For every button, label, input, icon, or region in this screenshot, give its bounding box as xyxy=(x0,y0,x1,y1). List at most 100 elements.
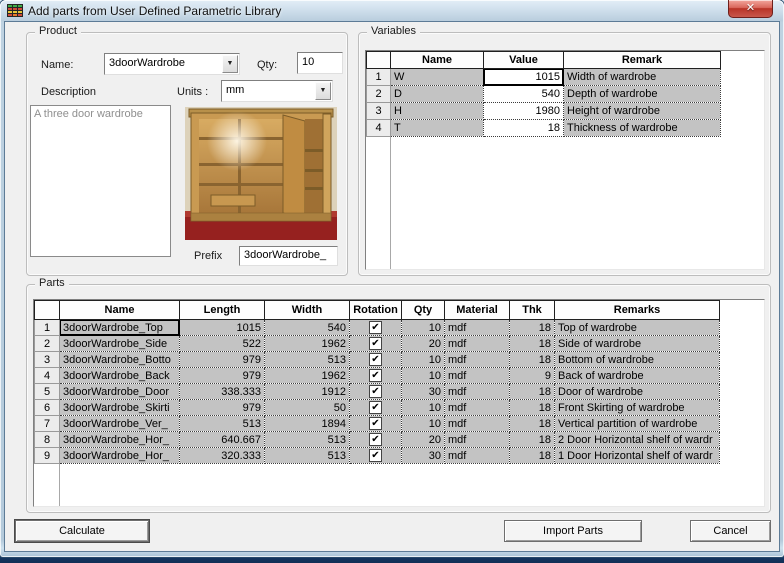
col-header-thk[interactable]: Thk xyxy=(509,300,555,320)
part-qty-cell[interactable]: 10 xyxy=(401,415,445,432)
part-thk-cell[interactable]: 18 xyxy=(509,447,555,464)
part-material-cell[interactable]: mdf xyxy=(444,399,510,416)
rotation-checkbox[interactable]: ✔ xyxy=(369,385,382,398)
part-rotation-cell[interactable]: ✔ xyxy=(349,351,402,368)
rotation-checkbox[interactable]: ✔ xyxy=(369,449,382,462)
part-width-cell[interactable]: 1894 xyxy=(264,415,350,432)
part-material-cell[interactable]: mdf xyxy=(444,383,510,400)
part-remarks-cell[interactable]: Door of wardrobe xyxy=(554,383,720,400)
part-remarks-cell[interactable]: Bottom of wardrobe xyxy=(554,351,720,368)
part-rotation-cell[interactable]: ✔ xyxy=(349,399,402,416)
prefix-input[interactable]: 3doorWardrobe_ xyxy=(239,246,338,266)
units-combobox[interactable]: mm ▼ xyxy=(221,80,333,102)
col-header-length[interactable]: Length xyxy=(179,300,265,320)
part-qty-cell[interactable]: 20 xyxy=(401,431,445,448)
part-remarks-cell[interactable]: Vertical partition of wardrobe xyxy=(554,415,720,432)
part-name-cell[interactable]: 3doorWardrobe_Skirti xyxy=(59,399,180,416)
part-material-cell[interactable]: mdf xyxy=(444,447,510,464)
variable-value-cell[interactable]: 1015 xyxy=(483,68,564,86)
variable-name-cell[interactable]: W xyxy=(390,68,484,86)
col-header-material[interactable]: Material xyxy=(444,300,510,320)
variable-remark-cell[interactable]: Width of wardrobe xyxy=(563,68,721,86)
description-textarea[interactable]: A three door wardrobe xyxy=(30,105,171,257)
part-qty-cell[interactable]: 30 xyxy=(401,447,445,464)
variable-remark-cell[interactable]: Height of wardrobe xyxy=(563,102,721,120)
part-length-cell[interactable]: 513 xyxy=(179,415,265,432)
parts-grid[interactable]: Name Length Width Rotation Qty Material … xyxy=(33,299,765,507)
part-thk-cell[interactable]: 18 xyxy=(509,399,555,416)
col-header-name[interactable]: Name xyxy=(59,300,180,320)
col-header-rotation[interactable]: Rotation xyxy=(349,300,402,320)
rotation-checkbox[interactable]: ✔ xyxy=(369,321,382,334)
close-button[interactable]: ✕ xyxy=(728,0,773,18)
part-width-cell[interactable]: 1962 xyxy=(264,367,350,384)
part-width-cell[interactable]: 513 xyxy=(264,351,350,368)
variable-remark-cell[interactable]: Depth of wardrobe xyxy=(563,85,721,103)
part-material-cell[interactable]: mdf xyxy=(444,319,510,336)
part-name-cell[interactable]: 3doorWardrobe_Door xyxy=(59,383,180,400)
part-qty-cell[interactable]: 20 xyxy=(401,335,445,352)
variables-grid[interactable]: Name Value Remark 1 W 1015 Width of wardrob… xyxy=(365,50,765,270)
part-width-cell[interactable]: 50 xyxy=(264,399,350,416)
part-remarks-cell[interactable]: Side of wardrobe xyxy=(554,335,720,352)
part-thk-cell[interactable]: 18 xyxy=(509,319,555,336)
part-name-cell[interactable]: 3doorWardrobe_Hor_ xyxy=(59,447,180,464)
col-header-qty[interactable]: Qty xyxy=(401,300,445,320)
part-rotation-cell[interactable]: ✔ xyxy=(349,367,402,384)
part-name-cell[interactable]: 3doorWardrobe_Botto xyxy=(59,351,180,368)
variable-name-cell[interactable]: H xyxy=(390,102,484,120)
part-length-cell[interactable]: 522 xyxy=(179,335,265,352)
part-qty-cell[interactable]: 10 xyxy=(401,367,445,384)
part-length-cell[interactable]: 979 xyxy=(179,367,265,384)
part-qty-cell[interactable]: 10 xyxy=(401,351,445,368)
part-thk-cell[interactable]: 18 xyxy=(509,351,555,368)
part-width-cell[interactable]: 540 xyxy=(264,319,350,336)
part-remarks-cell[interactable]: Front Skirting of wardrobe xyxy=(554,399,720,416)
part-qty-cell[interactable]: 10 xyxy=(401,399,445,416)
part-rotation-cell[interactable]: ✔ xyxy=(349,447,402,464)
part-material-cell[interactable]: mdf xyxy=(444,335,510,352)
col-header-value[interactable]: Value xyxy=(483,51,564,69)
part-name-cell[interactable]: 3doorWardrobe_Back xyxy=(59,367,180,384)
part-length-cell[interactable]: 979 xyxy=(179,399,265,416)
part-length-cell[interactable]: 640.667 xyxy=(179,431,265,448)
part-thk-cell[interactable]: 18 xyxy=(509,415,555,432)
part-remarks-cell[interactable]: Back of wardrobe xyxy=(554,367,720,384)
part-width-cell[interactable]: 1962 xyxy=(264,335,350,352)
part-rotation-cell[interactable]: ✔ xyxy=(349,335,402,352)
part-thk-cell[interactable]: 18 xyxy=(509,383,555,400)
variable-name-cell[interactable]: D xyxy=(390,85,484,103)
col-header-width[interactable]: Width xyxy=(264,300,350,320)
part-name-cell[interactable]: 3doorWardrobe_Hor_ xyxy=(59,431,180,448)
part-thk-cell[interactable]: 18 xyxy=(509,335,555,352)
title-bar[interactable]: Add parts from User Defined Parametric L… xyxy=(0,0,784,21)
col-header-remarks[interactable]: Remarks xyxy=(554,300,720,320)
part-name-cell[interactable]: 3doorWardrobe_Top xyxy=(59,319,180,336)
part-width-cell[interactable]: 513 xyxy=(264,447,350,464)
part-material-cell[interactable]: mdf xyxy=(444,415,510,432)
part-qty-cell[interactable]: 10 xyxy=(401,319,445,336)
part-length-cell[interactable]: 338.333 xyxy=(179,383,265,400)
part-remarks-cell[interactable]: Top of wardrobe xyxy=(554,319,720,336)
part-rotation-cell[interactable]: ✔ xyxy=(349,415,402,432)
part-length-cell[interactable]: 979 xyxy=(179,351,265,368)
cancel-button[interactable]: Cancel xyxy=(690,520,771,542)
part-length-cell[interactable]: 1015 xyxy=(179,319,265,336)
variable-value-cell[interactable]: 1980 xyxy=(483,102,564,120)
variable-name-cell[interactable]: T xyxy=(390,119,484,137)
chevron-down-icon[interactable]: ▼ xyxy=(222,55,238,73)
part-name-cell[interactable]: 3doorWardrobe_Ver_ xyxy=(59,415,180,432)
part-material-cell[interactable]: mdf xyxy=(444,351,510,368)
part-material-cell[interactable]: mdf xyxy=(444,367,510,384)
part-width-cell[interactable]: 513 xyxy=(264,431,350,448)
rotation-checkbox[interactable]: ✔ xyxy=(369,433,382,446)
rotation-checkbox[interactable]: ✔ xyxy=(369,369,382,382)
part-width-cell[interactable]: 1912 xyxy=(264,383,350,400)
import-parts-button[interactable]: Import Parts xyxy=(504,520,642,542)
rotation-checkbox[interactable]: ✔ xyxy=(369,417,382,430)
part-rotation-cell[interactable]: ✔ xyxy=(349,431,402,448)
part-name-cell[interactable]: 3doorWardrobe_Side xyxy=(59,335,180,352)
calculate-button[interactable]: Calculate xyxy=(15,520,149,542)
variable-value-cell[interactable]: 540 xyxy=(483,85,564,103)
qty-input[interactable]: 10 xyxy=(297,52,343,74)
